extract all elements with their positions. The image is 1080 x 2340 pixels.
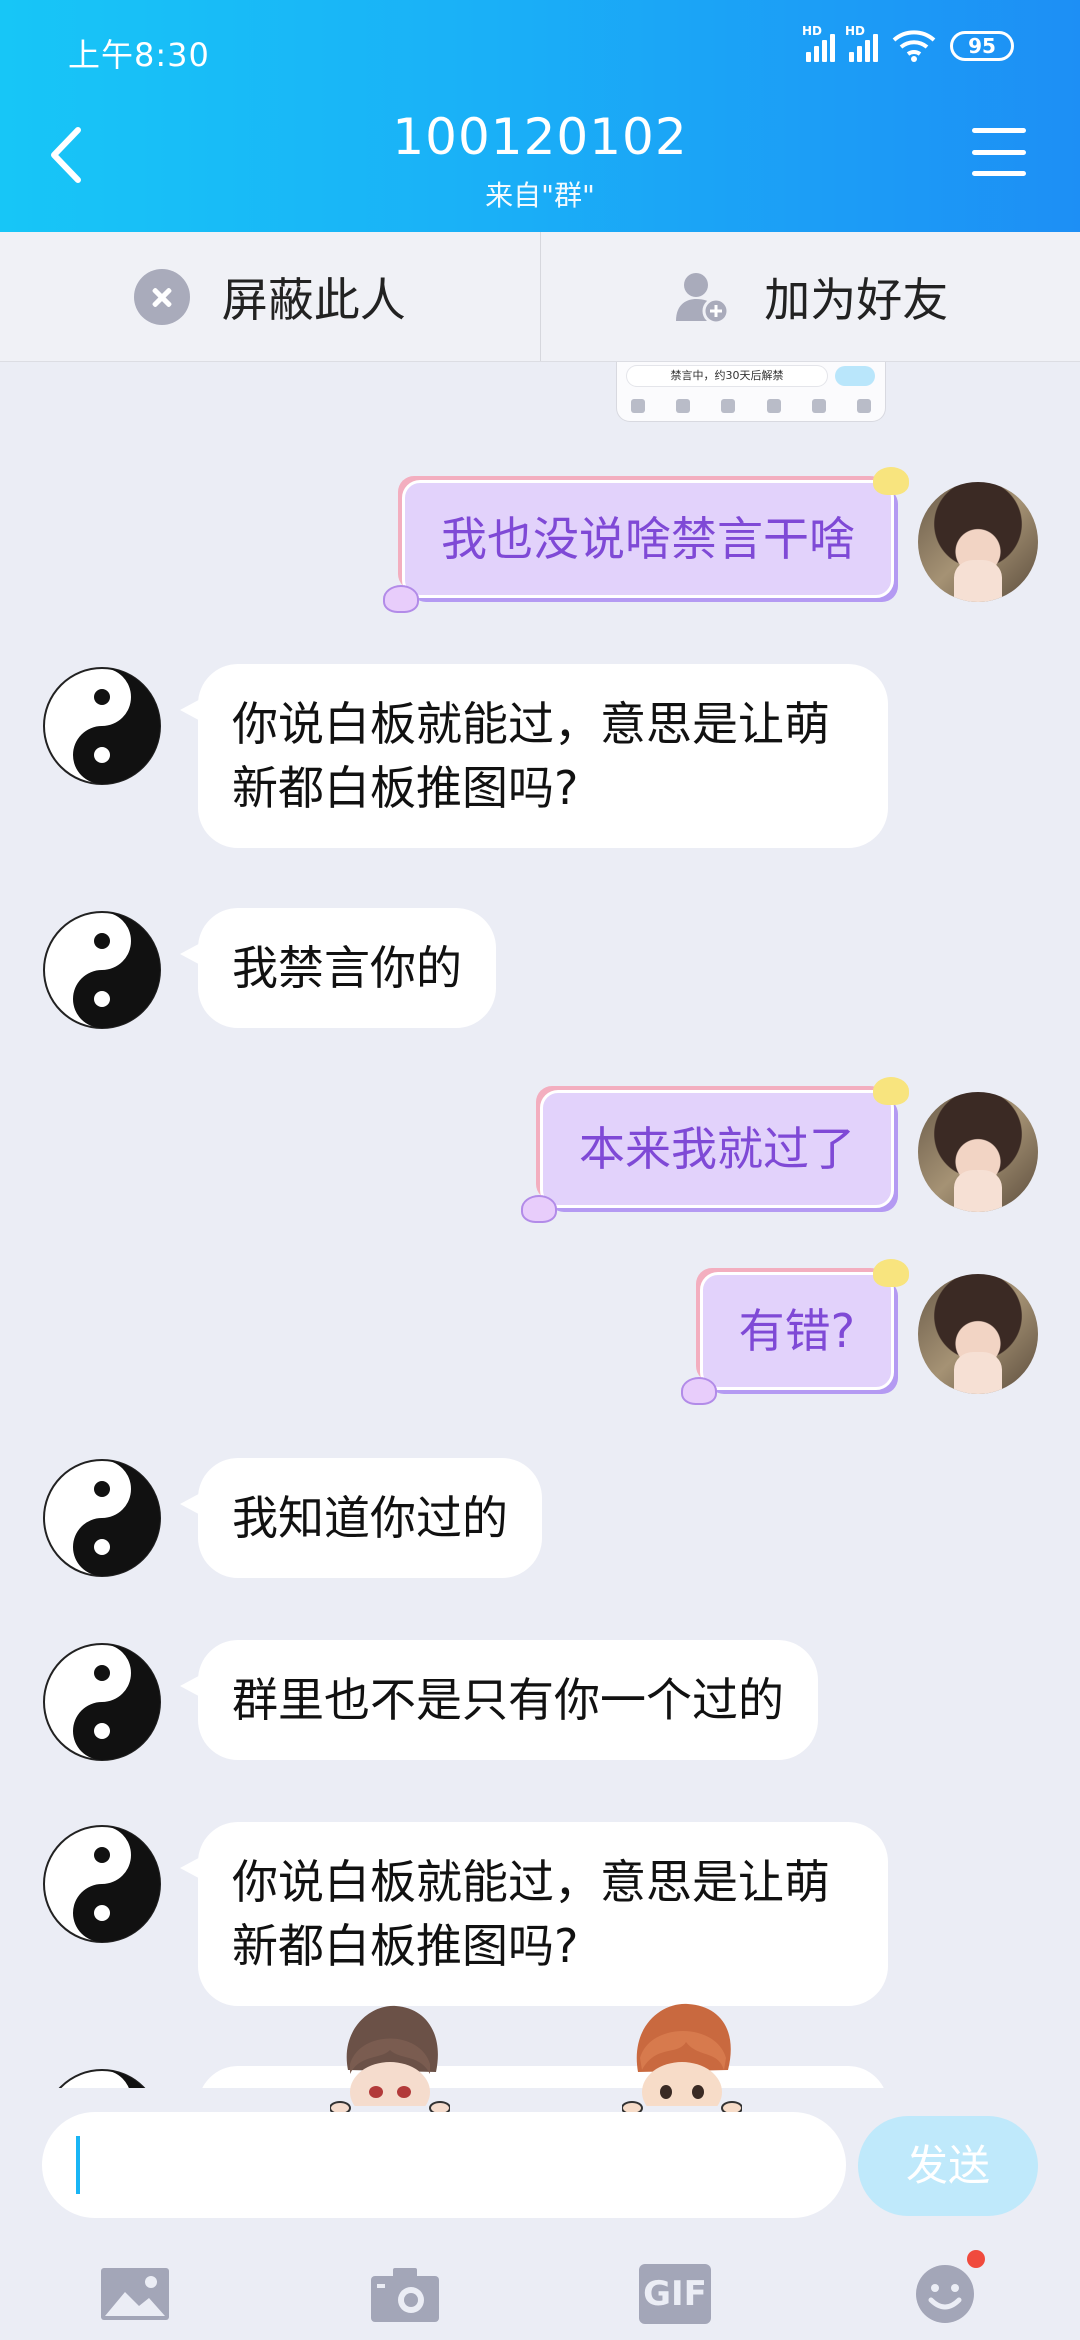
block-user-button[interactable]: 屏蔽此人 xyxy=(0,232,540,361)
input-area: 发送 xyxy=(0,2088,1080,2248)
gif-button[interactable]: GIF xyxy=(639,2264,711,2324)
message-list[interactable]: 禁言中，约30天后解禁 我也没说啥禁言干啥 xyxy=(0,362,1080,2088)
message-input[interactable] xyxy=(42,2112,846,2218)
title-bar: 上午8:30 HD HD 95 100120102 来自"群" xyxy=(0,0,1080,232)
emoji-button[interactable] xyxy=(909,2250,985,2324)
block-icon xyxy=(133,268,190,325)
menu-icon[interactable] xyxy=(972,128,1026,176)
signal-icon: HD xyxy=(802,24,835,62)
block-user-label: 屏蔽此人 xyxy=(221,272,406,327)
add-friend-button[interactable]: 加为好友 xyxy=(539,232,1080,361)
input-toolbar: GIF xyxy=(0,2248,1080,2340)
action-bar: 屏蔽此人 加为好友 xyxy=(0,232,1080,362)
send-button[interactable]: 发送 xyxy=(858,2116,1038,2216)
page-title: 100120102 xyxy=(392,108,688,166)
add-friend-label: 加为好友 xyxy=(764,272,949,327)
camera-icon[interactable] xyxy=(369,2264,441,2324)
image-icon[interactable] xyxy=(99,2264,171,2324)
screenshot-preview: 禁言中，约30天后解禁 xyxy=(616,362,886,422)
smile-icon xyxy=(916,2265,974,2323)
text-cursor xyxy=(76,2136,80,2194)
page-subtitle: 来自"群" xyxy=(485,179,595,212)
notification-dot xyxy=(967,2250,985,2268)
add-friend-icon xyxy=(676,272,730,324)
preview-text: 禁言中，约30天后解禁 xyxy=(627,366,827,386)
hd-label: HD xyxy=(845,24,866,38)
hd-label: HD xyxy=(802,24,823,38)
signal-icon: HD xyxy=(845,24,878,62)
status-time: 上午8:30 xyxy=(68,36,210,74)
battery-icon: 95 xyxy=(950,31,1014,61)
wifi-icon xyxy=(892,30,936,62)
status-icons: HD HD 95 xyxy=(802,24,1014,62)
